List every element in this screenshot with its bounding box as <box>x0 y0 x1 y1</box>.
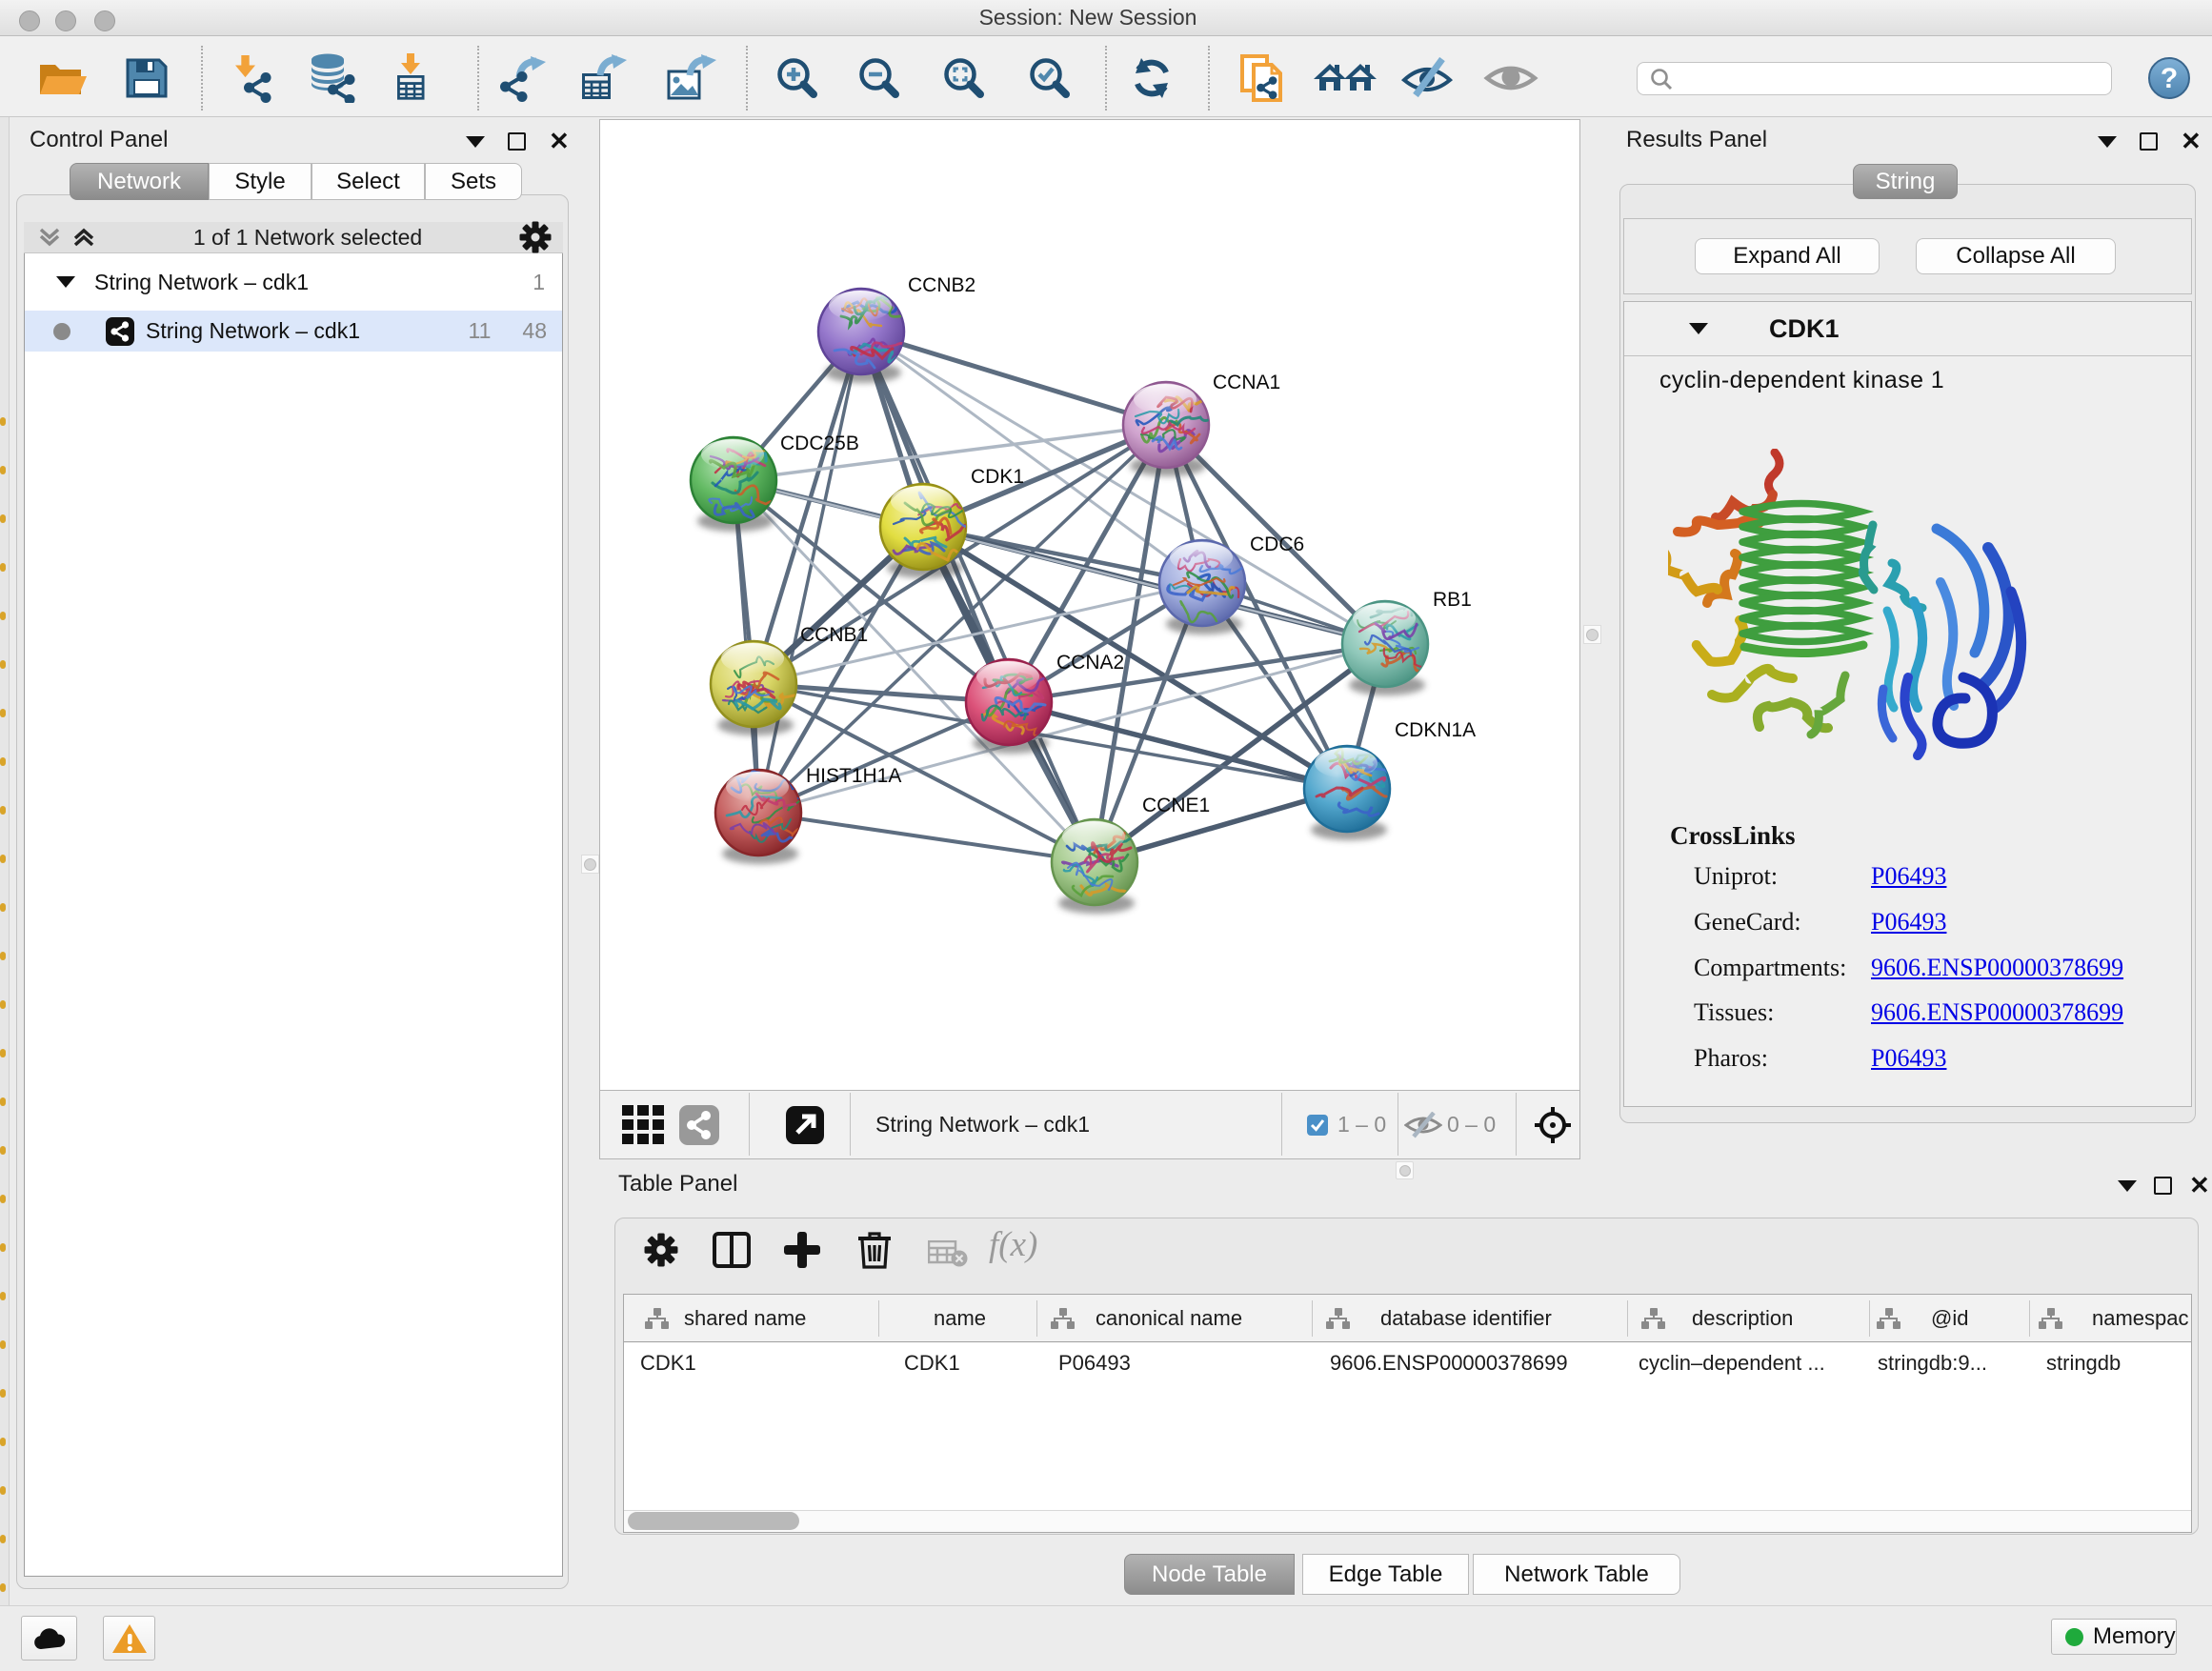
svg-text:CCNE1: CCNE1 <box>1142 795 1210 816</box>
svg-text:CDC25B: CDC25B <box>780 433 859 454</box>
svg-text:CCNA1: CCNA1 <box>1213 372 1280 393</box>
svg-text:CDKN1A: CDKN1A <box>1395 719 1476 741</box>
svg-text:CCNA2: CCNA2 <box>1056 652 1124 674</box>
svg-text:CCNB1: CCNB1 <box>800 624 868 646</box>
svg-text:CDC6: CDC6 <box>1250 534 1304 555</box>
svg-text:RB1: RB1 <box>1433 589 1472 611</box>
svg-text:CDK1: CDK1 <box>971 466 1024 488</box>
svg-text:HIST1H1A: HIST1H1A <box>806 765 901 787</box>
svg-text:CCNB2: CCNB2 <box>908 274 975 296</box>
